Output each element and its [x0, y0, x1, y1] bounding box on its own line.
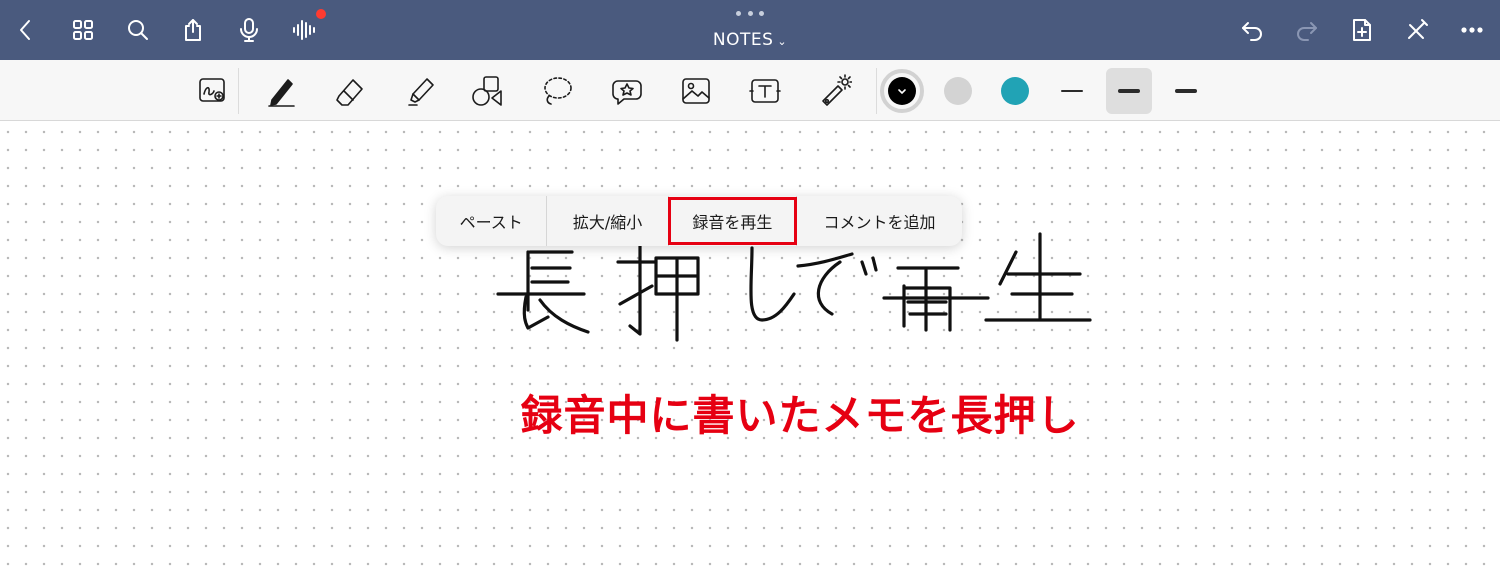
highlighter-icon[interactable] — [398, 70, 442, 112]
laser-pointer-icon[interactable] — [813, 70, 857, 112]
menu-item-resize[interactable]: 拡大/縮小 — [547, 196, 667, 246]
stroke-thin[interactable] — [1049, 68, 1095, 114]
elements-icon[interactable] — [605, 70, 649, 112]
menu-item-add-comment[interactable]: コメントを追加 — [797, 196, 962, 246]
text-icon[interactable] — [743, 70, 787, 112]
zoom-window-icon[interactable] — [190, 70, 234, 112]
toolbar-divider — [876, 68, 877, 114]
color-gray[interactable] — [944, 77, 972, 105]
lasso-icon[interactable] — [535, 70, 579, 112]
grid-icon[interactable] — [65, 12, 101, 48]
image-icon[interactable] — [674, 70, 718, 112]
search-icon[interactable] — [120, 12, 156, 48]
drawing-toolbar — [0, 60, 1500, 142]
notebook-title[interactable]: NOTES ⌄ — [690, 30, 810, 54]
chevron-down-icon: ⌄ — [777, 35, 788, 48]
undo-icon[interactable] — [1234, 12, 1270, 48]
more-icon[interactable] — [1454, 12, 1490, 48]
back-icon[interactable] — [8, 12, 44, 48]
context-menu: ペースト 拡大/縮小 録音を再生 コメントを追加 — [436, 196, 962, 246]
stroke-thick[interactable] — [1163, 68, 1209, 114]
pen-icon[interactable] — [259, 70, 303, 112]
shapes-icon[interactable] — [465, 70, 509, 112]
color-teal[interactable] — [1001, 77, 1029, 105]
microphone-icon[interactable] — [231, 12, 267, 48]
toolbar-divider — [238, 68, 239, 114]
top-bar: NOTES ⌄ — [0, 0, 1500, 60]
menu-item-play-recording[interactable]: 録音を再生 — [669, 196, 796, 246]
new-page-icon[interactable] — [1344, 12, 1380, 48]
color-black[interactable] — [888, 77, 916, 105]
notebook-title-label: NOTES — [712, 30, 774, 50]
close-draw-icon[interactable] — [1399, 12, 1435, 48]
window-grabber[interactable] — [736, 11, 764, 17]
share-icon[interactable] — [175, 12, 211, 48]
chevron-down-icon — [898, 89, 906, 95]
eraser-icon[interactable] — [328, 70, 372, 112]
redo-icon[interactable] — [1289, 12, 1325, 48]
recording-indicator — [316, 9, 326, 19]
stroke-medium[interactable] — [1106, 68, 1152, 114]
instruction-caption: 録音中に書いたメモを長押し — [520, 391, 1080, 440]
menu-item-paste[interactable]: ペースト — [436, 196, 546, 246]
